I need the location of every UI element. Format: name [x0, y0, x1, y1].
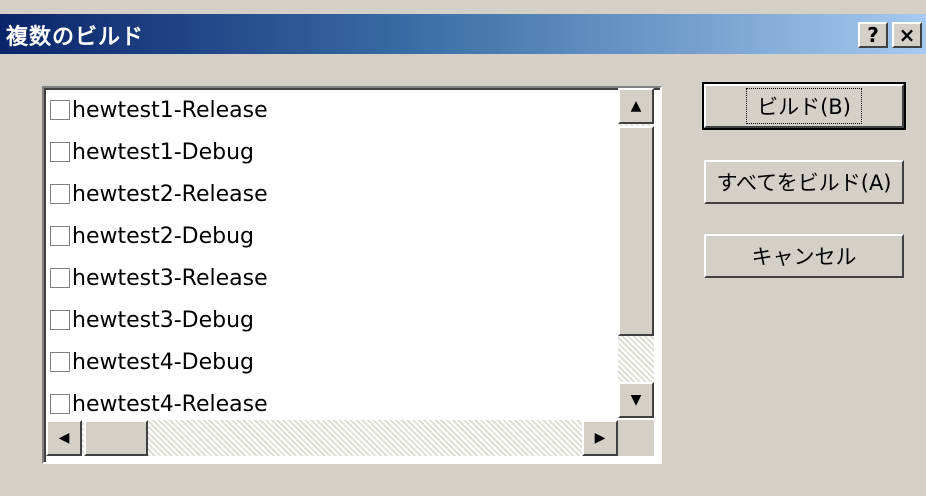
list-item[interactable]: hewtest2-Debug [50, 216, 254, 256]
scroll-left-button[interactable]: ◀ [46, 420, 82, 456]
list-item[interactable]: hewtest1-Release [50, 90, 268, 130]
list-item[interactable]: hewtest4-Debug [50, 342, 254, 382]
build-all-button[interactable]: すべてをビルド(A) [704, 160, 904, 204]
build-dialog: 複数のビルド ? × hewtest1-Release hewtest1-Deb… [0, 0, 926, 496]
list-item[interactable]: hewtest1-Debug [50, 132, 254, 172]
item-label: hewtest3-Debug [72, 307, 255, 333]
item-label: hewtest4-Debug [72, 349, 255, 375]
item-checkbox[interactable] [50, 352, 70, 372]
item-label: hewtest2-Release [72, 181, 268, 207]
item-label: hewtest1-Debug [72, 139, 255, 165]
item-label: hewtest4-Release [72, 391, 268, 417]
cancel-button[interactable]: キャンセル [704, 234, 904, 278]
scroll-right-button[interactable]: ▶ [582, 420, 618, 456]
window-title: 複数のビルド [6, 25, 145, 50]
list-item[interactable]: hewtest3-Release [50, 258, 268, 298]
build-all-button-label: すべてをビルド(A) [716, 171, 892, 195]
vertical-scrollbar[interactable]: ▲ ▼ [618, 88, 654, 418]
vertical-scroll-thumb[interactable] [618, 126, 654, 336]
item-checkbox[interactable] [50, 184, 70, 204]
item-label: hewtest1-Release [72, 97, 268, 123]
list-item[interactable]: hewtest2-Release [50, 174, 268, 214]
horizontal-scroll-thumb[interactable] [84, 420, 148, 456]
list-item[interactable]: hewtest4-Release [50, 384, 268, 424]
item-checkbox[interactable] [50, 226, 70, 246]
arrow-down-icon: ▼ [630, 392, 642, 408]
scrollbar-corner [618, 420, 654, 456]
item-label: hewtest3-Release [72, 265, 268, 291]
arrow-right-icon: ▶ [594, 430, 606, 446]
help-button[interactable]: ? [858, 22, 888, 48]
arrow-up-icon: ▲ [630, 98, 642, 114]
scroll-down-button[interactable]: ▼ [618, 382, 654, 418]
configuration-list[interactable]: hewtest1-Release hewtest1-Debug hewtest2… [42, 86, 662, 464]
item-checkbox[interactable] [50, 310, 70, 330]
list-item[interactable]: hewtest3-Debug [50, 300, 254, 340]
cancel-button-label: キャンセル [751, 245, 857, 269]
arrow-left-icon: ◀ [58, 430, 70, 446]
item-checkbox[interactable] [50, 268, 70, 288]
item-checkbox[interactable] [50, 142, 70, 162]
horizontal-scrollbar[interactable]: ◀ ▶ [46, 420, 618, 456]
item-label: hewtest2-Debug [72, 223, 255, 249]
scroll-up-button[interactable]: ▲ [618, 88, 654, 124]
close-button[interactable]: × [892, 22, 922, 48]
title-bar[interactable]: 複数のビルド ? × [0, 14, 926, 54]
build-button-label: ビルド(B) [746, 88, 862, 124]
item-checkbox[interactable] [50, 100, 70, 120]
item-checkbox[interactable] [50, 394, 70, 414]
build-button[interactable]: ビルド(B) [702, 82, 906, 130]
